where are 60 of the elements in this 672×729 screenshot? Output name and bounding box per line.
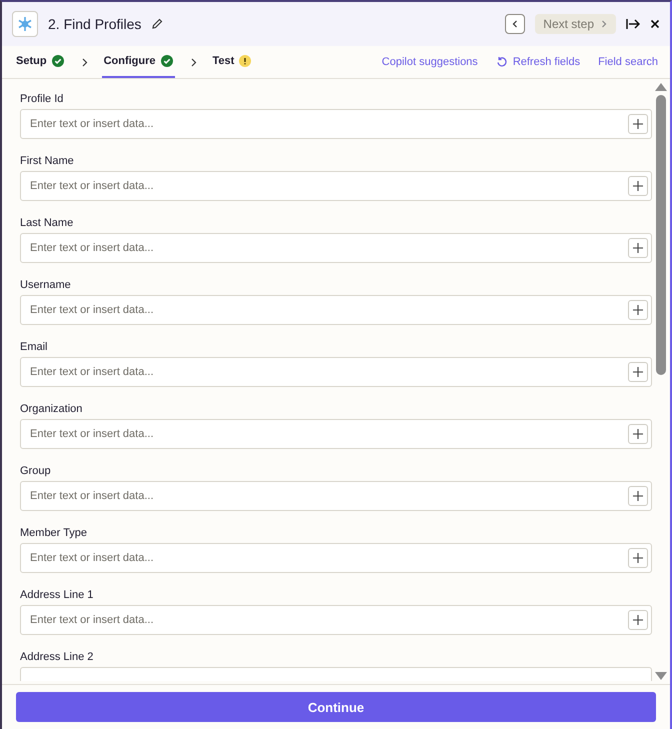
continue-button[interactable]: Continue — [16, 692, 656, 722]
input-field[interactable]: Enter text or insert data... — [20, 481, 652, 511]
field-label: Username — [20, 279, 72, 291]
field-label: Last Name — [20, 217, 74, 229]
chevron-left-icon — [511, 20, 520, 28]
plus-icon — [633, 243, 643, 253]
close-icon[interactable] — [650, 19, 660, 29]
scroll-down-icon[interactable] — [655, 672, 667, 680]
app-icon — [12, 11, 38, 37]
plus-button[interactable] — [628, 424, 648, 444]
plus-button[interactable] — [628, 114, 648, 134]
plus-button[interactable] — [628, 176, 648, 196]
plus-icon — [633, 429, 643, 439]
expand-icon[interactable] — [626, 18, 640, 30]
input-field[interactable]: Enter text or insert data... — [20, 543, 652, 573]
plus-button[interactable] — [628, 362, 648, 382]
field-label: First Name — [20, 155, 75, 167]
plus-icon — [633, 119, 643, 129]
field-label: Organization — [20, 403, 84, 415]
input-field[interactable]: Enter text or insert data... — [20, 295, 652, 325]
input-field[interactable]: Enter text or insert data... — [20, 419, 652, 449]
action-link[interactable]: Field search — [598, 46, 658, 78]
plus-button[interactable] — [628, 610, 648, 630]
plus-icon — [633, 615, 643, 625]
field-label: Email — [20, 341, 49, 353]
step-title: 2. Find Profiles — [48, 16, 142, 32]
action-link[interactable]: Copilot suggestions — [382, 46, 478, 78]
plus-icon — [633, 305, 643, 315]
chevron-right-icon — [600, 20, 608, 28]
plus-icon — [633, 367, 643, 377]
plus-icon — [633, 491, 643, 501]
scrollbar-thumb[interactable] — [656, 95, 666, 375]
previous-button[interactable] — [505, 14, 526, 34]
input-field[interactable]: Enter text or insert data... — [20, 605, 652, 635]
refresh-icon — [496, 56, 508, 68]
field-label: Address Line 2 — [20, 651, 94, 663]
step-tab[interactable]: Test — [210, 46, 254, 78]
plus-button[interactable] — [628, 300, 648, 320]
input-field[interactable]: Enter text or insert data... — [20, 357, 652, 387]
input-field[interactable] — [20, 667, 652, 681]
plus-button[interactable] — [628, 486, 648, 506]
field-label: Address Line 1 — [20, 589, 94, 601]
input-field[interactable]: Enter text or insert data... — [20, 109, 652, 139]
plus-icon — [633, 181, 643, 191]
action-link[interactable]: Refresh fields — [496, 46, 580, 78]
next-step-button[interactable]: Next step — [535, 14, 616, 34]
step-tab[interactable]: Configure — [102, 46, 175, 78]
plus-icon — [633, 553, 643, 563]
input-field[interactable]: Enter text or insert data... — [20, 171, 652, 201]
chevron-icon — [82, 58, 88, 66]
field-label: Member Type — [20, 527, 88, 539]
field-label: Profile Id — [20, 93, 64, 105]
edit-icon[interactable] — [151, 18, 164, 30]
step-tab[interactable]: Setup — [14, 46, 66, 78]
field-label: Group — [20, 465, 52, 477]
plus-button[interactable] — [628, 238, 648, 258]
scroll-up-icon[interactable] — [655, 83, 667, 91]
chevron-icon — [190, 58, 197, 66]
plus-button[interactable] — [628, 548, 648, 568]
input-field[interactable]: Enter text or insert data... — [20, 233, 652, 263]
